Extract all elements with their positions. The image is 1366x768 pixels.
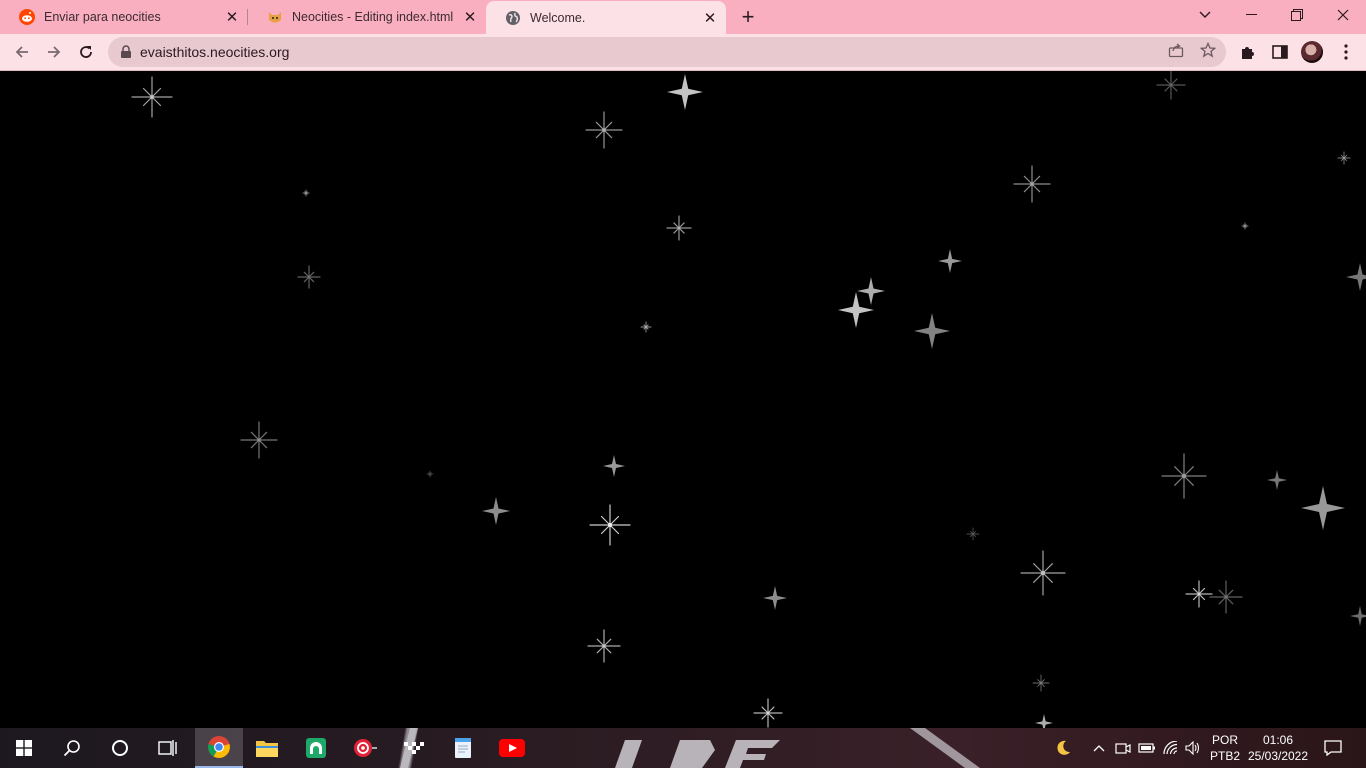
language-code: POR [1211, 733, 1238, 747]
star-sparkle [1301, 486, 1345, 530]
star-sparkle [302, 189, 310, 197]
star-sparkle [666, 215, 692, 241]
clock[interactable]: 01:06 25/03/2022 [1244, 732, 1312, 764]
star-sparkle [1161, 453, 1207, 499]
star-sparkle [1032, 674, 1050, 692]
star-sparkle [763, 586, 787, 610]
star-sparkle [838, 292, 874, 328]
close-tab-icon[interactable]: ✕ [222, 7, 242, 27]
star-sparkle [131, 76, 173, 118]
tab-title: Neocities - Editing index.html [292, 10, 454, 24]
star-sparkle [1241, 222, 1249, 230]
star-sparkle [1346, 263, 1366, 291]
star-sparkle [1185, 580, 1213, 608]
address-bar[interactable]: evaisthitos.neocities.org [108, 37, 1226, 67]
share-icon[interactable] [1167, 41, 1185, 59]
camera-icon[interactable] [1112, 728, 1134, 768]
tab-title: Enviar para neocities [44, 10, 161, 24]
side-panel-icon[interactable] [1267, 39, 1293, 65]
neocities-cat-icon [267, 9, 283, 25]
profile-avatar[interactable] [1299, 39, 1325, 65]
avatar [1301, 41, 1323, 63]
media-app-icon[interactable] [390, 728, 438, 768]
notifications-icon[interactable] [1318, 728, 1348, 768]
star-sparkle [1267, 470, 1287, 490]
star-sparkle [585, 111, 623, 149]
chevron-up-icon[interactable] [1088, 728, 1110, 768]
reddit-icon [19, 9, 35, 25]
star-sparkle [1013, 165, 1051, 203]
tab-neocities-editor[interactable]: Neocities - Editing index.html ✕ [248, 0, 486, 34]
forward-button[interactable] [40, 38, 68, 66]
star-sparkle [482, 497, 510, 525]
new-tab-button[interactable]: + [736, 4, 760, 29]
wifi-icon[interactable] [1160, 728, 1182, 768]
star-sparkle [240, 421, 278, 459]
close-tab-icon[interactable]: ✕ [700, 8, 720, 28]
menu-kebab-icon[interactable] [1333, 39, 1359, 65]
star-sparkle [938, 249, 962, 273]
star-sparkle [297, 265, 321, 289]
back-button[interactable] [8, 38, 36, 66]
restore-button[interactable] [1274, 0, 1320, 30]
cortana-icon[interactable] [96, 728, 144, 768]
star-sparkle [1156, 71, 1186, 100]
bookmark-star-icon[interactable] [1199, 41, 1217, 59]
youtube-icon[interactable] [488, 728, 536, 768]
clock-time: 01:06 [1262, 733, 1294, 747]
red-app-icon[interactable] [341, 728, 389, 768]
clock-date: 25/03/2022 [1247, 749, 1309, 763]
notepad-icon[interactable] [439, 728, 487, 768]
star-sparkle [753, 698, 783, 728]
star-sparkle [587, 629, 621, 663]
browser-toolbar: evaisthitos.neocities.org [0, 34, 1366, 70]
input-language-indicator[interactable]: POR PTB2 [1206, 732, 1244, 764]
star-sparkle [857, 277, 885, 305]
star-sparkle [603, 455, 625, 477]
tab-welcome[interactable]: Welcome. ✕ [486, 1, 726, 34]
tab-search-chevron-icon[interactable] [1182, 0, 1228, 30]
battery-icon[interactable] [1136, 728, 1158, 768]
lock-icon[interactable] [120, 45, 134, 59]
chrome-taskbar-icon[interactable] [195, 728, 243, 768]
start-button[interactable] [0, 728, 48, 768]
minimize-button[interactable] [1228, 0, 1274, 30]
star-sparkle [1209, 580, 1243, 614]
star-sparkle [1337, 151, 1351, 165]
tab-title: Welcome. [530, 10, 586, 25]
url-text: evaisthitos.neocities.org [140, 44, 290, 60]
search-icon[interactable] [48, 728, 96, 768]
keyboard-layout-code: PTB2 [1209, 749, 1240, 763]
starfield-canvas [131, 71, 1366, 728]
volume-icon[interactable] [1182, 728, 1204, 768]
star-sparkle [426, 470, 434, 478]
star-sparkle [914, 313, 950, 349]
tab-reddit[interactable]: Enviar para neocities ✕ [0, 0, 248, 34]
reload-button[interactable] [72, 38, 100, 66]
star-sparkle [640, 321, 652, 333]
file-explorer-icon[interactable] [243, 728, 291, 768]
star-sparkle [589, 504, 631, 546]
tab-strip: Enviar para neocities ✕ Neocities - Edit… [0, 0, 1366, 34]
star-sparkle [1350, 606, 1366, 626]
close-tab-icon[interactable]: ✕ [460, 7, 480, 27]
globe-icon [505, 10, 521, 26]
task-view-icon[interactable] [144, 728, 192, 768]
green-app-icon[interactable] [292, 728, 340, 768]
windows-taskbar: POR PTB2 01:06 25/03/2022 [0, 728, 1366, 768]
page-content-starfield [0, 71, 1366, 728]
extensions-puzzle-icon[interactable] [1235, 39, 1261, 65]
star-sparkle [667, 74, 703, 110]
close-window-button[interactable] [1320, 0, 1366, 30]
star-sparkle [1020, 550, 1066, 596]
star-sparkle [1035, 714, 1053, 728]
star-sparkle [966, 527, 980, 541]
night-light-moon-icon[interactable] [1050, 728, 1076, 768]
